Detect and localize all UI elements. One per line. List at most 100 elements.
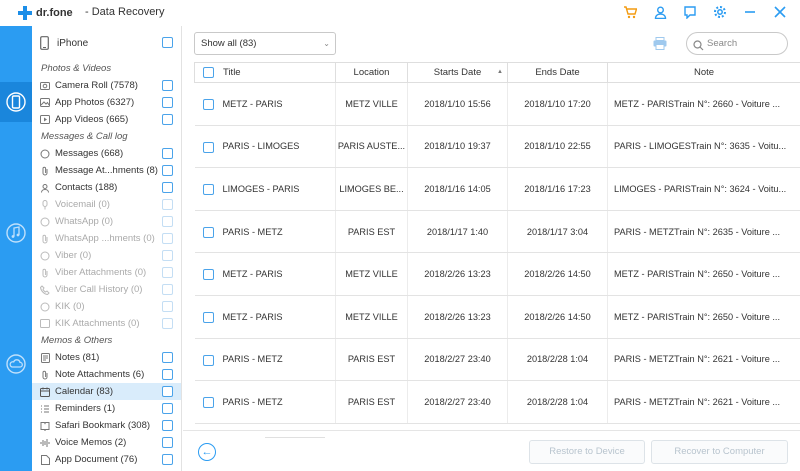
recover-from-itunes-tab[interactable] bbox=[0, 213, 32, 253]
sidebar-checkbox[interactable] bbox=[162, 284, 173, 295]
sidebar-item-messages[interactable]: Messages (668) bbox=[32, 145, 181, 162]
sidebar-item-label: Viber Call History (0) bbox=[55, 284, 143, 295]
sidebar-item-reminders[interactable]: Reminders (1) bbox=[32, 400, 181, 417]
settings-icon[interactable] bbox=[712, 4, 728, 20]
cell-ends: 2018/2/26 14:50 bbox=[507, 252, 608, 296]
sidebar-checkbox[interactable] bbox=[162, 386, 173, 397]
feedback-icon[interactable] bbox=[682, 4, 698, 20]
sidebar-checkbox[interactable] bbox=[162, 420, 173, 431]
scrollbar-track[interactable] bbox=[265, 437, 325, 438]
sidebar-item-label: Message At...hments (8) bbox=[55, 165, 158, 176]
column-header-note[interactable]: Note bbox=[607, 62, 800, 83]
device-row[interactable]: iPhone bbox=[32, 26, 181, 60]
sidebar-checkbox[interactable] bbox=[162, 148, 173, 159]
sidebar-item-whatsapp[interactable]: WhatsApp (0) bbox=[32, 213, 181, 230]
sidebar-item-label: Voicemail (0) bbox=[55, 199, 110, 210]
cart-icon[interactable] bbox=[622, 4, 638, 20]
column-header-title[interactable]: Title bbox=[194, 62, 336, 83]
row-checkbox[interactable] bbox=[202, 141, 214, 153]
column-header-starts-date[interactable]: Starts Date ▲ bbox=[407, 62, 508, 83]
sidebar-item-viber[interactable]: Viber (0) bbox=[32, 247, 181, 264]
cell-starts: 2018/1/10 19:37 bbox=[407, 125, 508, 169]
row-checkbox[interactable] bbox=[202, 354, 214, 366]
sidebar-item-voice-memos[interactable]: Voice Memos (2) bbox=[32, 434, 181, 451]
column-header-location[interactable]: Location bbox=[335, 62, 408, 83]
table-row[interactable]: PARIS - LIMOGES PARIS AUSTE... 2018/1/10 1… bbox=[194, 125, 800, 169]
sidebar-checkbox[interactable] bbox=[162, 199, 173, 210]
sidebar-item-viber-attachments[interactable]: Viber Attachments (0) bbox=[32, 264, 181, 281]
recover-from-device-tab[interactable] bbox=[0, 82, 32, 122]
sidebar-item-calendar[interactable]: Calendar (83) bbox=[32, 383, 181, 400]
sidebar-item-note-attachments[interactable]: Note Attachments (6) bbox=[32, 366, 181, 383]
back-arrow-icon[interactable]: ← bbox=[198, 443, 216, 461]
category-sidebar: iPhone Photos & Videos Camera Roll (7578… bbox=[32, 26, 182, 471]
sidebar-item-safari-bookmark[interactable]: Safari Bookmark (308) bbox=[32, 417, 181, 434]
row-checkbox[interactable] bbox=[202, 397, 214, 409]
sidebar-checkbox[interactable] bbox=[162, 301, 173, 312]
sidebar-item-kik[interactable]: KIK (0) bbox=[32, 298, 181, 315]
sidebar-checkbox[interactable] bbox=[162, 233, 173, 244]
sidebar-item-voicemail[interactable]: Voicemail (0) bbox=[32, 196, 181, 213]
row-checkbox[interactable] bbox=[202, 311, 214, 323]
device-checkbox[interactable] bbox=[162, 37, 173, 48]
minimize-icon[interactable] bbox=[742, 4, 758, 20]
sidebar-checkbox[interactable] bbox=[162, 216, 173, 227]
table-row[interactable]: METZ - PARIS METZ VILLE 2018/1/10 15:56 201… bbox=[194, 82, 800, 126]
sidebar-checkbox[interactable] bbox=[162, 369, 173, 380]
sidebar-checkbox[interactable] bbox=[162, 352, 173, 363]
table-row[interactable]: PARIS - METZ PARIS EST 2018/2/27 23:40 2018… bbox=[194, 338, 800, 382]
table-row[interactable]: METZ - PARIS METZ VILLE 2018/2/26 13:23 201… bbox=[194, 295, 800, 339]
sidebar-checkbox[interactable] bbox=[162, 165, 173, 176]
sidebar-checkbox[interactable] bbox=[162, 250, 173, 261]
sidebar-item-kik-attachments[interactable]: KIK Attachments (0) bbox=[32, 315, 181, 332]
select-all-checkbox[interactable] bbox=[203, 67, 214, 78]
cell-title: METZ - PARIS bbox=[194, 295, 336, 339]
row-checkbox[interactable] bbox=[202, 184, 214, 196]
sidebar-item-whatsapp-attachments[interactable]: WhatsApp ...hments (0) bbox=[32, 230, 181, 247]
table-row[interactable]: LIMOGES - PARIS LIMOGES BE... 2018/1/16 14… bbox=[194, 167, 800, 211]
row-checkbox[interactable] bbox=[202, 226, 214, 238]
sidebar-checkbox[interactable] bbox=[162, 437, 173, 448]
table-row[interactable]: PARIS - METZ PARIS EST 2018/2/27 23:40 2018… bbox=[194, 380, 800, 424]
sidebar-checkbox[interactable] bbox=[162, 267, 173, 278]
search-input[interactable]: Search bbox=[686, 32, 788, 55]
sidebar-checkbox[interactable] bbox=[162, 80, 173, 91]
sidebar-checkbox[interactable] bbox=[162, 454, 173, 465]
close-icon[interactable] bbox=[772, 4, 788, 20]
column-header-ends-date[interactable]: Ends Date bbox=[507, 62, 608, 83]
sidebar-item-app-photos[interactable]: App Photos (6327) bbox=[32, 94, 181, 111]
sidebar-checkbox[interactable] bbox=[162, 182, 173, 193]
cell-ends: 2018/1/10 22:55 bbox=[507, 125, 608, 169]
sidebar-item-notes[interactable]: Notes (81) bbox=[32, 349, 181, 366]
sidebar-item-app-videos[interactable]: App Videos (665) bbox=[32, 111, 181, 128]
user-icon[interactable] bbox=[652, 4, 668, 20]
print-icon[interactable] bbox=[653, 37, 667, 50]
cell-text: 2018/1/16 14:05 bbox=[424, 183, 491, 194]
sidebar-item-contacts[interactable]: Contacts (188) bbox=[32, 179, 181, 196]
recover-from-icloud-tab[interactable] bbox=[0, 344, 32, 384]
contact-icon bbox=[40, 183, 50, 193]
row-checkbox[interactable] bbox=[202, 269, 214, 281]
sidebar-checkbox[interactable] bbox=[162, 97, 173, 108]
sidebar-item-message-attachments[interactable]: Message At...hments (8) bbox=[32, 162, 181, 179]
table-row[interactable]: METZ - PARIS METZ VILLE 2018/2/26 13:23 201… bbox=[194, 252, 800, 296]
cell-note: PARIS - METZTrain N°: 2621 - Voiture ... bbox=[607, 380, 800, 424]
sidebar-checkbox[interactable] bbox=[162, 403, 173, 414]
recover-to-computer-button[interactable]: Recover to Computer bbox=[651, 440, 788, 464]
sidebar-item-label: WhatsApp ...hments (0) bbox=[55, 233, 155, 244]
filter-dropdown[interactable]: Show all (83) ⌄ bbox=[194, 32, 336, 55]
cell-text: 2018/2/27 23:40 bbox=[424, 354, 491, 365]
sidebar-item-camera-roll[interactable]: Camera Roll (7578) bbox=[32, 77, 181, 94]
table-row[interactable]: PARIS - METZ PARIS EST 2018/1/17 1:40 2018/… bbox=[194, 210, 800, 254]
sidebar-item-app-document[interactable]: App Document (76) bbox=[32, 451, 181, 468]
cell-text: METZ - PARISTrain N°: 2650 - Voiture ... bbox=[614, 269, 781, 280]
device-name: iPhone bbox=[57, 37, 89, 49]
sidebar-item-label: Safari Bookmark (308) bbox=[55, 420, 151, 431]
cell-location: PARIS EST bbox=[335, 338, 408, 382]
sidebar-checkbox[interactable] bbox=[162, 114, 173, 125]
sidebar-checkbox[interactable] bbox=[162, 318, 173, 329]
restore-to-device-button[interactable]: Restore to Device bbox=[529, 440, 645, 464]
row-checkbox[interactable] bbox=[202, 99, 214, 110]
cell-text: 2018/2/26 13:23 bbox=[424, 311, 491, 322]
sidebar-item-viber-call-history[interactable]: Viber Call History (0) bbox=[32, 281, 181, 298]
